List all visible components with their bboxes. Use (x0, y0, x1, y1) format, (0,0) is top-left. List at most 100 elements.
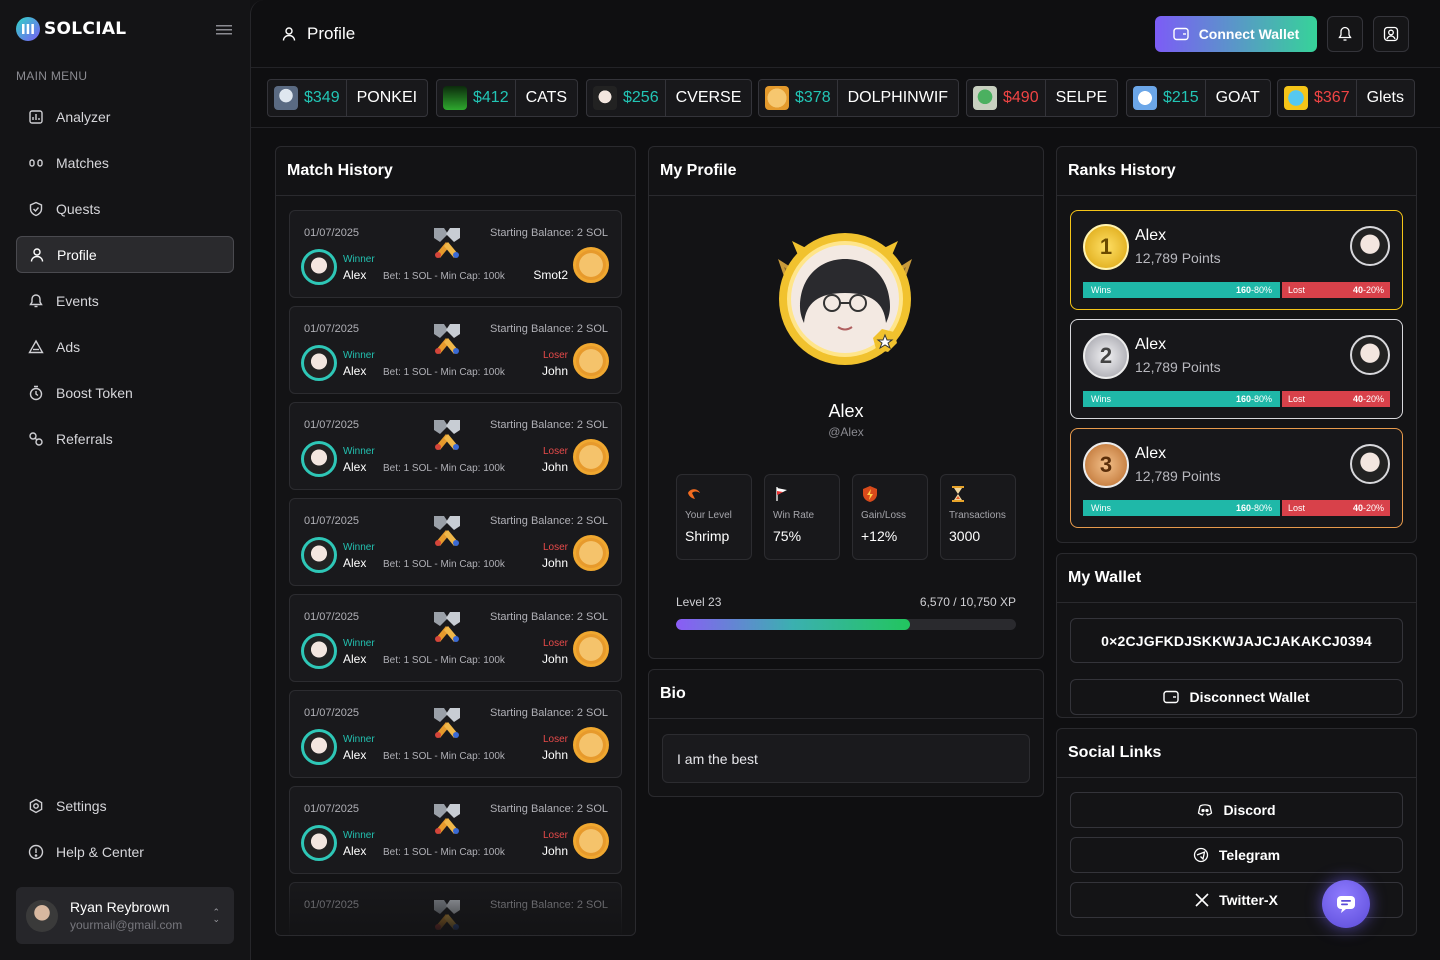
wallet-address[interactable]: 0×2CJGFKDJSKKWJAJCJAKAKCJ0394 (1070, 618, 1403, 663)
match-card[interactable]: 01/07/2025 Starting Balance: 2 SOL Winner A… (289, 306, 622, 394)
stat-label: Transactions (949, 510, 1006, 521)
telegram-link-button[interactable]: Telegram (1070, 837, 1403, 873)
ticker-name: PONKEI (345, 80, 417, 116)
match-history-panel: Match History 01/07/2025 Starting Balance… (275, 146, 636, 936)
sidebar: SOLCIAL MAIN MENU Analyzer Matches Quest… (0, 0, 250, 960)
avatar (573, 535, 609, 571)
user-account-switcher[interactable]: Ryan Reybrown yourmail@gmail.com ⌃ ⌄ (16, 887, 234, 944)
sidebar-item-ads[interactable]: Ads (16, 328, 234, 365)
my-wallet-title: My Wallet (1057, 554, 1416, 603)
sidebar-item-help[interactable]: Help & Center (16, 833, 234, 870)
match-card[interactable]: 01/07/2025 Starting Balance: 2 SOL Winner A… (289, 690, 622, 778)
menu-toggle-icon[interactable] (216, 23, 234, 37)
ticker-name: GOAT (1204, 80, 1260, 116)
crossed-swords-icon (430, 320, 464, 356)
winner-label: Winner (343, 734, 375, 745)
lost-label: Lost (1288, 394, 1306, 404)
user-name: Ryan Reybrown (70, 899, 170, 915)
rank-name: Alex (1135, 445, 1167, 462)
match-bet: Bet: 1 SOL (383, 271, 432, 282)
connect-wallet-button[interactable]: Connect Wallet (1155, 16, 1317, 52)
stat-value: +12% (861, 528, 898, 544)
crossed-swords-icon (430, 512, 464, 548)
sidebar-item-quests[interactable]: Quests (16, 190, 234, 227)
sidebar-item-settings[interactable]: Settings (16, 787, 234, 824)
wins-percent: 80% (1253, 394, 1272, 404)
ticker-item[interactable]: $215 GOAT (1126, 79, 1271, 117)
ticker-price: $349 (304, 89, 340, 106)
sidebar-item-matches[interactable]: Matches (16, 144, 234, 181)
crossed-swords-icon (430, 224, 464, 260)
sidebar-item-referrals[interactable]: Referrals (16, 420, 234, 457)
rank-card[interactable]: 2 Alex 12,789 Points Wins 160-80% Lost 40-20% (1070, 319, 1403, 419)
sidebar-item-boost-token[interactable]: Boost Token (16, 374, 234, 411)
match-card[interactable]: 01/07/2025 Starting Balance: 2 SOL Winner A… (289, 498, 622, 586)
rank-card[interactable]: 3 Alex 12,789 Points Wins 160-80% Lost 40-20% (1070, 428, 1403, 528)
main-content: Profile Connect Wallet $349 PONKEI $412 … (250, 0, 1440, 960)
brand-logo-icon (16, 17, 40, 41)
winner-name: Alex (343, 844, 367, 858)
lost-value: 40-20% (1352, 503, 1384, 513)
loser-label: Loser (542, 350, 568, 361)
match-date: 01/07/2025 (304, 707, 360, 719)
match-card[interactable]: 01/07/2025 Starting Balance: 2 SOL Winner A… (289, 594, 622, 682)
ticker-price: $412 (473, 89, 509, 106)
ticker-item[interactable]: $490 SELPE (966, 79, 1119, 117)
rank-points: 12,789 Points (1135, 468, 1221, 484)
discord-label: Discord (1223, 802, 1276, 818)
discord-link-button[interactable]: Discord (1070, 792, 1403, 828)
ticker-item[interactable]: $349 PONKEI (267, 79, 429, 117)
crossed-swords-icon (430, 704, 464, 740)
token-logo-icon (443, 86, 467, 110)
rank-number: 1 (1099, 234, 1113, 259)
profile-avatar-badge (770, 229, 920, 369)
my-profile-panel: My Profile Alex @Alex Your Level Shrimp … (648, 146, 1044, 659)
ticker-item[interactable]: $367 Glets (1277, 79, 1415, 117)
sidebar-item-events[interactable]: Events (16, 282, 234, 319)
sidebar-item-analyzer[interactable]: Analyzer (16, 98, 234, 135)
rank-medal-icon: 1 (1083, 224, 1129, 270)
crossed-swords-icon (430, 416, 464, 452)
ticker-item[interactable]: $378 DOLPHINWIF (758, 79, 960, 117)
loser-label: Loser (542, 446, 568, 457)
loser-label: Loser (542, 830, 568, 841)
match-card[interactable]: 01/07/2025 Starting Balance: 2 SOL Winner A… (289, 210, 622, 298)
avatar (573, 727, 609, 763)
account-button[interactable] (1373, 16, 1409, 52)
rank-card[interactable]: 1 Alex 12,789 Points Wins 160-80% Lost 40-20% (1070, 210, 1403, 310)
avatar (1350, 226, 1390, 266)
winner-name: Alex (343, 268, 367, 282)
stat-label: Gain/Loss (861, 510, 907, 521)
ticker-item[interactable]: $256 CVERSE (586, 79, 753, 117)
ticker-price: $490 (1003, 89, 1039, 106)
notifications-button[interactable] (1327, 16, 1363, 52)
wallet-icon (1163, 690, 1180, 704)
shield-bolt-icon (861, 485, 919, 503)
match-card[interactable]: 01/07/2025 Starting Balance: 2 SOL Winner A… (289, 402, 622, 490)
avatar (301, 441, 337, 477)
ticker-item[interactable]: $412 CATS (436, 79, 579, 117)
social-links-title: Social Links (1057, 729, 1416, 778)
rank-medal-icon: 2 (1083, 333, 1129, 379)
disconnect-wallet-button[interactable]: Disconnect Wallet (1070, 679, 1403, 715)
xp-label: 6,570 / 10,750 XP (919, 595, 1016, 609)
rank-points: 12,789 Points (1135, 250, 1221, 266)
quests-icon (28, 201, 44, 217)
brand-logo[interactable]: SOLCIAL (16, 17, 126, 41)
win-loss-bar: Wins 160-80% Lost 40-20% (1083, 282, 1390, 298)
chat-button[interactable] (1322, 880, 1370, 928)
wallet-icon (1172, 27, 1189, 41)
sidebar-item-profile[interactable]: Profile (16, 236, 234, 273)
sidebar-item-label: Ads (56, 338, 81, 355)
match-card[interactable]: 01/07/2025 Starting Balance: 2 SOL Winner A… (289, 786, 622, 874)
wins-count: 160 (1235, 503, 1251, 513)
shrimp-icon (685, 485, 743, 503)
referrals-icon (28, 431, 44, 447)
winner-label: Winner (343, 254, 375, 265)
loser-name: John (541, 556, 568, 570)
boost-icon (28, 385, 44, 401)
match-bet-info: Bet: 1 SOL - Min Cap: 100k (383, 367, 505, 378)
wins-percent: 80% (1253, 285, 1272, 295)
sidebar-item-label: Boost Token (56, 384, 133, 401)
top-bar: Profile Connect Wallet (251, 0, 1440, 68)
